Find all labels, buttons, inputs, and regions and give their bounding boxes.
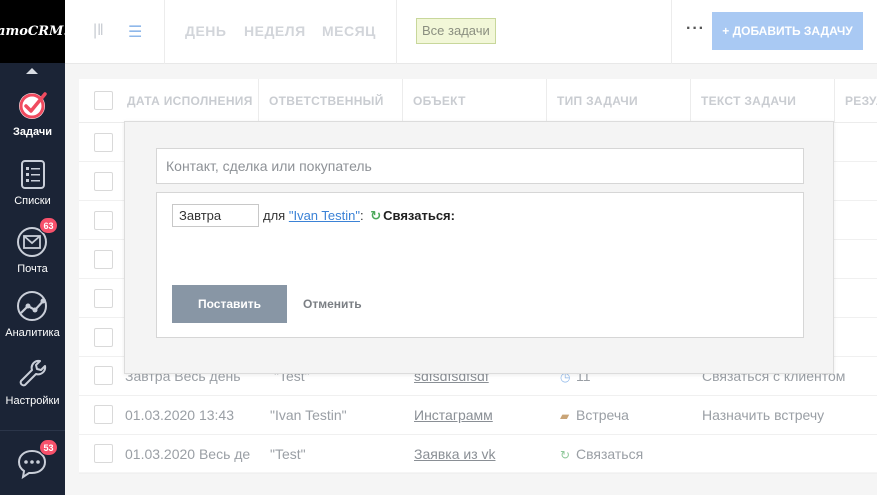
briefcase-icon: ▰ <box>560 409 570 423</box>
sidebar-item-label: Аналитика <box>5 327 60 339</box>
cell-type: ↻ Связаться <box>560 435 680 474</box>
table-header: ДАТА ИСПОЛНЕНИЯ ОТВЕТСТВЕННЫЙ ОБЪЕКТ ТИП… <box>79 79 877 123</box>
contact-type-icon[interactable]: ↻ <box>370 208 381 224</box>
table-row[interactable]: 01.03.2020 13:43 "Ivan Testin" Инстаграм… <box>79 396 877 435</box>
cell-owner: "Ivan Testin" <box>270 407 347 423</box>
mail-badge: 63 <box>39 217 58 234</box>
cell-text: Назначить встречу <box>702 407 825 423</box>
row-checkbox[interactable] <box>94 328 113 347</box>
row-checkbox[interactable] <box>94 133 113 152</box>
row-checkbox[interactable] <box>94 289 113 308</box>
refresh-icon: ↻ <box>560 448 571 462</box>
chat-badge: 53 <box>39 439 58 456</box>
sidebar-item-mail[interactable]: 63 Почта <box>0 217 65 275</box>
cell-object-link[interactable]: Инстаграмм <box>414 396 544 435</box>
settings-icon <box>16 357 50 391</box>
tab-week[interactable]: НЕДЕЛЯ <box>244 23 306 39</box>
chat-icon: 53 <box>16 439 58 481</box>
row-checkbox[interactable] <box>94 444 113 463</box>
task-type-label[interactable]: Связаться: <box>383 208 455 223</box>
for-label: для <box>263 208 286 223</box>
cell-text <box>702 435 877 474</box>
sidebar-divider <box>0 430 65 431</box>
scroll-up-icon[interactable] <box>26 68 38 74</box>
sidebar-item-tasks[interactable]: Задачи <box>0 88 65 138</box>
cancel-button[interactable]: Отменить <box>303 297 362 311</box>
view-switcher: |‖ ☰ <box>65 0 165 64</box>
row-checkbox[interactable] <box>94 250 113 269</box>
row-checkbox[interactable] <box>94 211 113 230</box>
contact-link[interactable]: "Ivan Testin" <box>289 208 360 223</box>
sidebar-item-label: Задачи <box>13 126 52 138</box>
sidebar-item-analytics[interactable]: Аналитика <box>0 289 65 339</box>
pipeline-view-icon[interactable]: |‖ <box>93 22 104 40</box>
mail-icon: 63 <box>16 217 58 259</box>
sidebar-item-label: Настройки <box>5 395 60 407</box>
toolbar-divider <box>671 0 672 64</box>
select-all-checkbox[interactable] <box>94 91 113 110</box>
table-row[interactable]: 01.03.2020 Весь день "Test" Заявка из vk… <box>79 435 877 474</box>
check-circle-icon <box>16 88 50 122</box>
list-icon <box>16 157 50 191</box>
row-checkbox[interactable] <box>94 366 113 385</box>
sidebar-item-lists[interactable]: Списки <box>0 157 65 207</box>
cell-date: 01.03.2020 Весь день <box>125 446 251 462</box>
list-view-icon[interactable]: ☰ <box>128 22 142 42</box>
column-header-date[interactable]: ДАТА ИСПОЛНЕНИЯ <box>117 79 259 123</box>
period-tabs: ДЕНЬ НЕДЕЛЯ МЕСЯЦ <box>165 0 397 64</box>
sidebar: amoCRM. Задачи Списки 63 Почта Аналитика… <box>0 0 68 495</box>
analytics-icon <box>16 289 50 323</box>
sidebar-item-chat[interactable]: 53 <box>0 439 65 481</box>
task-description-line: для "Ivan Testin": ↻ Связаться: <box>263 208 455 224</box>
cell-object-link[interactable]: Заявка из vk <box>414 435 544 474</box>
app-logo[interactable]: amoCRM. <box>0 0 68 63</box>
column-header-object[interactable]: ОБЪЕКТ <box>403 79 547 123</box>
more-menu-icon[interactable]: ··· <box>686 20 705 38</box>
task-editor: для "Ivan Testin": ↻Связаться: Поставить… <box>156 192 804 338</box>
column-header-owner[interactable]: ОТВЕТСТВЕННЫЙ <box>259 79 403 123</box>
cell-date: 01.03.2020 13:43 <box>125 407 234 423</box>
filter-tag[interactable]: Все задачи <box>416 18 496 44</box>
sidebar-item-label: Списки <box>14 195 51 207</box>
column-header-result[interactable]: РЕЗУЛЬТАТ <box>835 79 877 123</box>
cell-type-label: Связаться <box>576 446 644 462</box>
row-checkbox[interactable] <box>94 172 113 191</box>
colon-label: : <box>359 208 364 223</box>
row-checkbox[interactable] <box>94 405 113 424</box>
entity-search-input[interactable] <box>156 148 804 184</box>
add-task-modal: для "Ivan Testin": ↻Связаться: Поставить… <box>124 121 834 374</box>
top-toolbar: |‖ ☰ ДЕНЬ НЕДЕЛЯ МЕСЯЦ Все задачи ··· + … <box>65 0 877 64</box>
task-date-input[interactable] <box>172 204 259 227</box>
submit-task-button[interactable]: Поставить <box>172 285 287 323</box>
add-task-button[interactable]: + ДОБАВИТЬ ЗАДАЧУ <box>712 12 863 50</box>
column-header-text[interactable]: ТЕКСТ ЗАДАЧИ <box>691 79 835 123</box>
sidebar-item-label: Почта <box>17 263 48 275</box>
cell-type-label: Встреча <box>576 407 629 423</box>
sidebar-item-settings[interactable]: Настройки <box>0 357 65 407</box>
column-header-type[interactable]: ТИП ЗАДАЧИ <box>547 79 691 123</box>
tab-month[interactable]: МЕСЯЦ <box>322 23 376 39</box>
cell-type: ▰ Встреча <box>560 396 680 435</box>
tab-day[interactable]: ДЕНЬ <box>185 23 226 39</box>
cell-owner: "Test" <box>270 446 306 462</box>
